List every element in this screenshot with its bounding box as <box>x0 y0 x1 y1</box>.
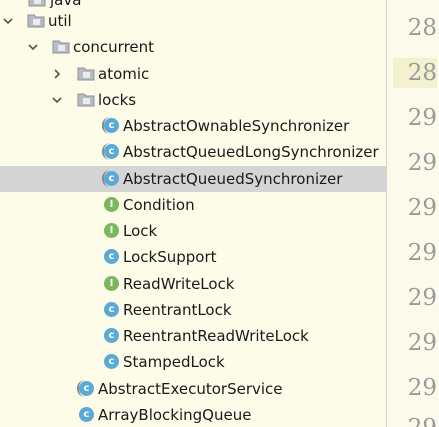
tree-item-lock-support[interactable]: c LockSupport <box>0 244 386 270</box>
tree-item-stamped-lock[interactable]: c StampedLock <box>0 349 386 375</box>
line-number: 29 <box>407 105 437 131</box>
chevron-right-icon[interactable] <box>51 68 63 80</box>
package-folder-icon <box>28 0 46 7</box>
abstract-class-icon: c <box>102 117 120 134</box>
chevron-down-icon[interactable] <box>27 41 39 53</box>
line-number: 29 <box>407 330 437 356</box>
line-number: 29 <box>407 375 437 401</box>
tree-item-label: Condition <box>123 196 195 214</box>
tree-item-util[interactable]: util <box>0 8 386 34</box>
line-number: 29 <box>407 285 437 311</box>
class-icon: c <box>103 248 120 265</box>
line-number: 29 <box>407 240 437 266</box>
tree-item-read-write-lock[interactable]: I ReadWriteLock <box>0 271 386 297</box>
abstract-class-icon: c <box>77 380 95 397</box>
line-number: 29 <box>407 195 437 221</box>
class-icon: c <box>103 327 120 344</box>
tree-item-concurrent[interactable]: concurrent <box>0 34 386 60</box>
tree-item-atomic[interactable]: atomic <box>0 61 386 87</box>
tree-item-reentrant-read-write-lock[interactable]: c ReentrantReadWriteLock <box>0 323 386 349</box>
package-folder-icon <box>77 66 95 81</box>
tree-item-label: concurrent <box>73 38 155 56</box>
abstract-class-icon: c <box>102 143 120 160</box>
tree-item-label: atomic <box>98 65 150 83</box>
tree-item-locks[interactable]: locks <box>0 87 386 113</box>
tree-item-label: Lock <box>123 222 158 240</box>
tree-item-label: ReentrantReadWriteLock <box>123 327 309 345</box>
tree-item-label: AbstractQueuedLongSynchronizer <box>123 143 379 161</box>
interface-icon: I <box>103 196 120 213</box>
project-tree: java util concurrent atomic locks c Abst… <box>0 0 386 427</box>
tree-item-abstract-ownable-synchronizer[interactable]: c AbstractOwnableSynchronizer <box>0 113 386 139</box>
package-folder-icon <box>77 92 95 107</box>
tree-item-label: AbstractExecutorService <box>98 380 283 398</box>
tree-item-label: ReadWriteLock <box>123 275 235 293</box>
tree-item-label: AbstractQueuedSynchronizer <box>123 170 343 188</box>
class-icon: c <box>103 301 120 318</box>
line-number: 29 <box>393 413 437 427</box>
class-icon: c <box>103 353 120 370</box>
line-number: 28 <box>393 58 437 88</box>
tree-item-label: StampedLock <box>123 353 225 371</box>
tree-item-label: locks <box>98 91 137 109</box>
tree-item-label: LockSupport <box>123 248 217 266</box>
chevron-down-icon[interactable] <box>2 15 14 27</box>
interface-icon: I <box>103 275 120 292</box>
tree-item-array-blocking-queue[interactable]: c ArrayBlockingQueue <box>0 402 386 427</box>
abstract-class-icon: c <box>102 170 120 187</box>
tree-item-lock[interactable]: I Lock <box>0 218 386 244</box>
tree-item-reentrant-lock[interactable]: c ReentrantLock <box>0 297 386 323</box>
tree-item-condition[interactable]: I Condition <box>0 192 386 218</box>
tree-item-abstract-queued-long-synchronizer[interactable]: c AbstractQueuedLongSynchronizer <box>0 139 386 165</box>
tree-item-abstract-queued-synchronizer[interactable]: c AbstractQueuedSynchronizer <box>0 166 386 192</box>
tree-item-label: ArrayBlockingQueue <box>98 406 252 424</box>
package-folder-icon <box>52 39 70 54</box>
tree-item-abstract-executor-service[interactable]: c AbstractExecutorService <box>0 376 386 402</box>
chevron-down-icon[interactable] <box>51 94 63 106</box>
interface-icon: I <box>103 222 120 239</box>
line-number: 28 <box>407 15 437 41</box>
tree-item-label: util <box>48 12 72 30</box>
class-icon: c <box>78 406 95 423</box>
tree-item-label: ReentrantLock <box>123 301 232 319</box>
tree-item-label: AbstractOwnableSynchronizer <box>123 117 350 135</box>
package-folder-icon <box>27 13 45 28</box>
editor-line-gutter: 28 28 29 29 29 29 29 29 29 29 <box>387 0 439 427</box>
line-number: 29 <box>407 150 437 176</box>
